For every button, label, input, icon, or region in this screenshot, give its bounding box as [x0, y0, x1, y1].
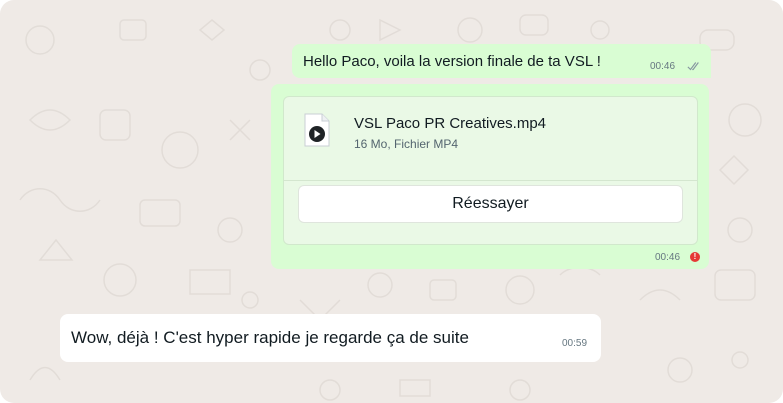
video-file-icon [304, 113, 330, 147]
outgoing-file-bubble[interactable]: VSL Paco PR Creatives.mp4 16 Mo, Fichier… [271, 84, 709, 269]
file-attachment-card[interactable]: VSL Paco PR Creatives.mp4 16 Mo, Fichier… [283, 96, 698, 245]
incoming-message-bubble[interactable]: Wow, déjà ! C'est hyper rapide je regard… [60, 314, 601, 362]
divider [284, 180, 697, 181]
message-text: Hello Paco, voila la version finale de t… [303, 53, 601, 70]
chat-area[interactable]: Hello Paco, voila la version finale de t… [0, 0, 783, 403]
message-timestamp: 00:59 [562, 338, 588, 349]
message-timestamp: 00:46 [655, 252, 681, 263]
file-meta: 16 Mo, Fichier MP4 [354, 137, 459, 151]
outgoing-message-bubble[interactable]: Hello Paco, voila la version finale de t… [292, 44, 711, 78]
double-check-icon [687, 62, 699, 71]
error-icon[interactable]: ! [690, 252, 700, 262]
file-name: VSL Paco PR Creatives.mp4 [354, 115, 547, 132]
retry-button[interactable]: Réessayer [298, 185, 683, 223]
message-text: Wow, déjà ! C'est hyper rapide je regard… [71, 328, 469, 347]
message-timestamp: 00:46 [650, 61, 676, 72]
